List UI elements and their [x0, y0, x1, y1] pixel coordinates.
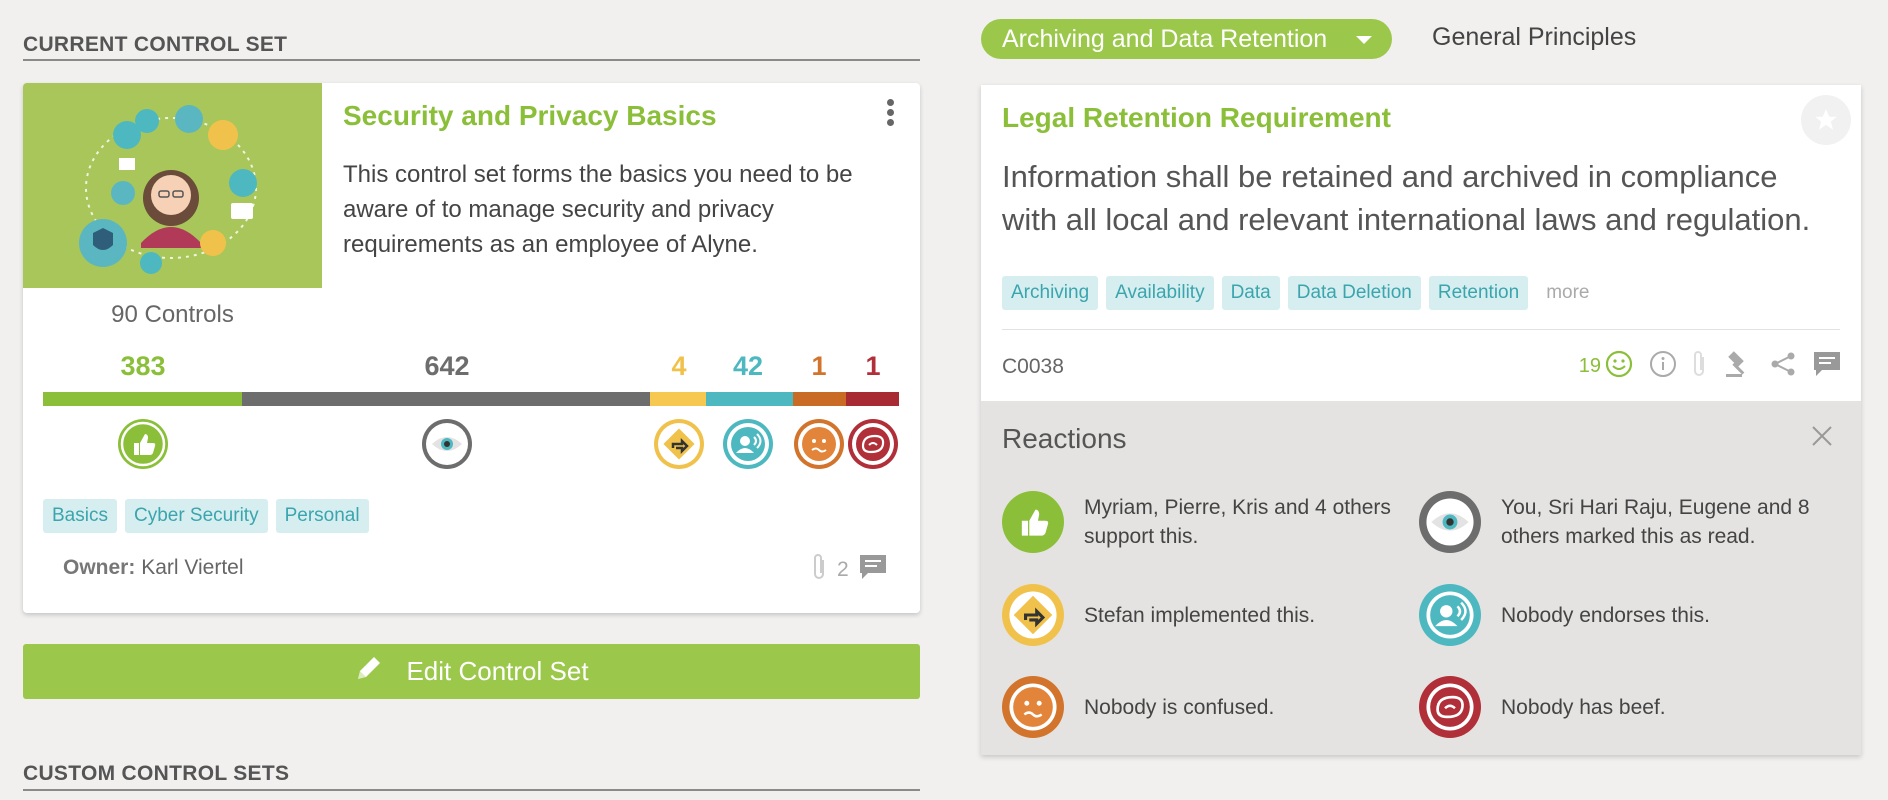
reaction-text: Myriam, Pierre, Kris and 4 others suppor… — [1084, 496, 1391, 548]
bar-segment-beef — [846, 392, 899, 406]
more-options-icon[interactable] — [882, 96, 898, 134]
more-tags-link[interactable]: more — [1546, 282, 1589, 303]
edit-control-set-button[interactable]: Edit Control Set — [23, 644, 920, 699]
info-icon[interactable] — [1649, 350, 1677, 383]
reaction-item-implemented: Stefan implemented this. — [1002, 584, 1404, 646]
share-icon[interactable] — [1769, 350, 1797, 383]
tab-general-principles[interactable]: General Principles — [1432, 23, 1636, 52]
comment-count: 2 — [837, 558, 849, 581]
reactions-panel: Reactions Myriam, Pierre, Kris and 4 oth… — [981, 401, 1861, 755]
control-tags: Archiving Availability Data Data Deletion Re… — [1002, 276, 1589, 310]
read-count: 642 — [424, 351, 470, 381]
reaction-item-read: You, Sri Hari Raju, Eugene and 8 others … — [1419, 491, 1821, 553]
thumbs-up-icon — [1002, 491, 1064, 553]
controls-count: 90 Controls — [111, 301, 234, 328]
section-divider — [23, 59, 920, 61]
gavel-icon[interactable] — [1723, 349, 1753, 384]
implemented-count: 4 — [671, 351, 687, 381]
card-footer-actions: 2 — [813, 552, 887, 588]
pencil-icon — [354, 653, 384, 690]
control-set-title[interactable]: Security and Privacy Basics — [343, 100, 717, 132]
reaction-text: Stefan implemented this. — [1084, 603, 1316, 627]
control-title[interactable]: Legal Retention Requirement — [1002, 102, 1391, 134]
owner-line: Owner: Karl Viertel — [63, 556, 244, 580]
caret-down-icon — [1356, 36, 1372, 44]
tag[interactable]: Personal — [275, 499, 369, 533]
reaction-distribution-bar — [43, 392, 899, 406]
bar-segment-implemented — [650, 392, 706, 406]
thumbs-up-icon[interactable] — [118, 419, 168, 469]
comment-icon[interactable] — [859, 554, 887, 586]
close-icon[interactable] — [1811, 425, 1833, 452]
endorse-count: 42 — [732, 351, 764, 381]
beef-icon[interactable] — [848, 419, 898, 469]
star-icon[interactable] — [1801, 95, 1851, 145]
reaction-item-endorse: Nobody endorses this. — [1419, 584, 1821, 646]
control-description: Information shall be retained and archiv… — [1002, 159, 1811, 237]
tag[interactable]: Cyber Security — [124, 499, 268, 533]
paperclip-icon[interactable] — [813, 552, 827, 588]
tag[interactable]: Retention — [1428, 276, 1529, 310]
control-code: C0038 — [1002, 355, 1064, 378]
control-set-card: Security and Privacy Basics This control… — [23, 83, 920, 613]
reaction-item-confused: Nobody is confused. — [1002, 676, 1404, 738]
comment-icon[interactable] — [1813, 351, 1841, 382]
current-control-set-heading: CURRENT CONTROL SET — [23, 33, 288, 56]
implemented-icon — [1002, 584, 1064, 646]
category-dropdown-label: Archiving and Data Retention — [1002, 24, 1328, 53]
custom-control-sets-heading: CUSTOM CONTROL SETS — [23, 762, 290, 785]
implemented-icon[interactable] — [654, 419, 704, 469]
section-divider — [23, 789, 920, 791]
reaction-text: You, Sri Hari Raju, Eugene and 8 others … — [1501, 496, 1810, 548]
category-dropdown[interactable]: Archiving and Data Retention — [981, 19, 1392, 59]
eye-icon[interactable] — [422, 419, 472, 469]
tag[interactable]: Availability — [1106, 276, 1214, 310]
reaction-text: Nobody endorses this. — [1501, 603, 1710, 627]
owner-label: Owner: — [63, 556, 136, 579]
bar-segment-confused — [793, 392, 846, 406]
reaction-count: 19 — [1578, 355, 1601, 377]
tag[interactable]: Data Deletion — [1287, 276, 1421, 310]
reaction-item-beef: Nobody has beef. — [1419, 676, 1821, 738]
reaction-text: Nobody is confused. — [1084, 695, 1275, 719]
tag[interactable]: Basics — [43, 499, 117, 533]
endorse-icon — [1419, 584, 1481, 646]
confused-icon[interactable] — [794, 419, 844, 469]
beef-icon — [1419, 676, 1481, 738]
control-set-description: This control set forms the basics you ne… — [343, 161, 853, 258]
control-set-illustration — [23, 83, 322, 288]
control-card: Legal Retention Requirement Information … — [981, 85, 1861, 755]
control-set-tags: Basics Cyber Security Personal — [43, 499, 377, 533]
tag[interactable]: Data — [1221, 276, 1280, 310]
support-count: 383 — [120, 351, 166, 381]
reactions-title: Reactions — [1002, 423, 1127, 454]
endorse-icon[interactable] — [723, 419, 773, 469]
reactions-toggle[interactable]: 19 — [1579, 350, 1633, 384]
bar-segment-support — [43, 392, 242, 406]
eye-icon — [1419, 491, 1481, 553]
beef-count: 1 — [865, 351, 881, 381]
reaction-item-support: Myriam, Pierre, Kris and 4 others suppor… — [1002, 491, 1404, 553]
bar-segment-endorse — [706, 392, 793, 406]
reaction-text: Nobody has beef. — [1501, 695, 1666, 719]
smiley-icon — [1605, 350, 1633, 384]
confused-icon — [1002, 676, 1064, 738]
confused-count: 1 — [811, 351, 827, 381]
divider — [1002, 329, 1840, 330]
edit-control-set-label: Edit Control Set — [406, 656, 589, 686]
paperclip-icon[interactable] — [1693, 349, 1707, 384]
bar-segment-read — [242, 392, 650, 406]
control-actions: 19 — [1579, 349, 1841, 384]
owner-name: Karl Viertel — [141, 556, 244, 579]
tag[interactable]: Archiving — [1002, 276, 1099, 310]
